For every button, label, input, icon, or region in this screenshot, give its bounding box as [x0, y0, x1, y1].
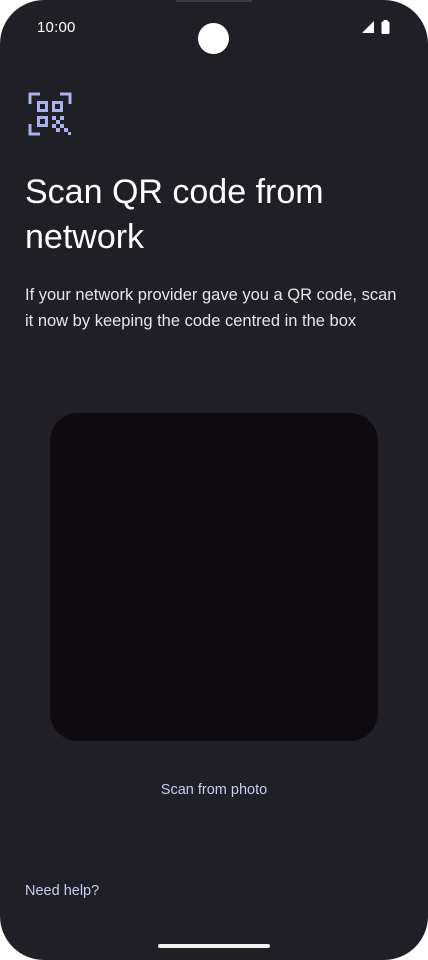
camera-cutout	[198, 23, 229, 54]
qr-viewfinder	[50, 413, 378, 741]
status-icons	[361, 20, 390, 34]
scan-from-photo-button[interactable]: Scan from photo	[114, 774, 314, 806]
phone-screen: 10:00 Scan QR code from network If your …	[0, 0, 428, 960]
signal-icon	[362, 21, 374, 33]
page-title: Scan QR code from network	[25, 173, 324, 256]
status-bar: 10:00	[0, 0, 428, 56]
need-help-link[interactable]: Need help?	[25, 883, 99, 899]
battery-icon	[381, 20, 390, 34]
qr-code-scan-icon	[28, 92, 72, 136]
page-description: If your network provider gave you a QR c…	[25, 286, 397, 330]
home-indicator[interactable]	[158, 944, 270, 948]
status-time: 10:00	[37, 19, 76, 36]
